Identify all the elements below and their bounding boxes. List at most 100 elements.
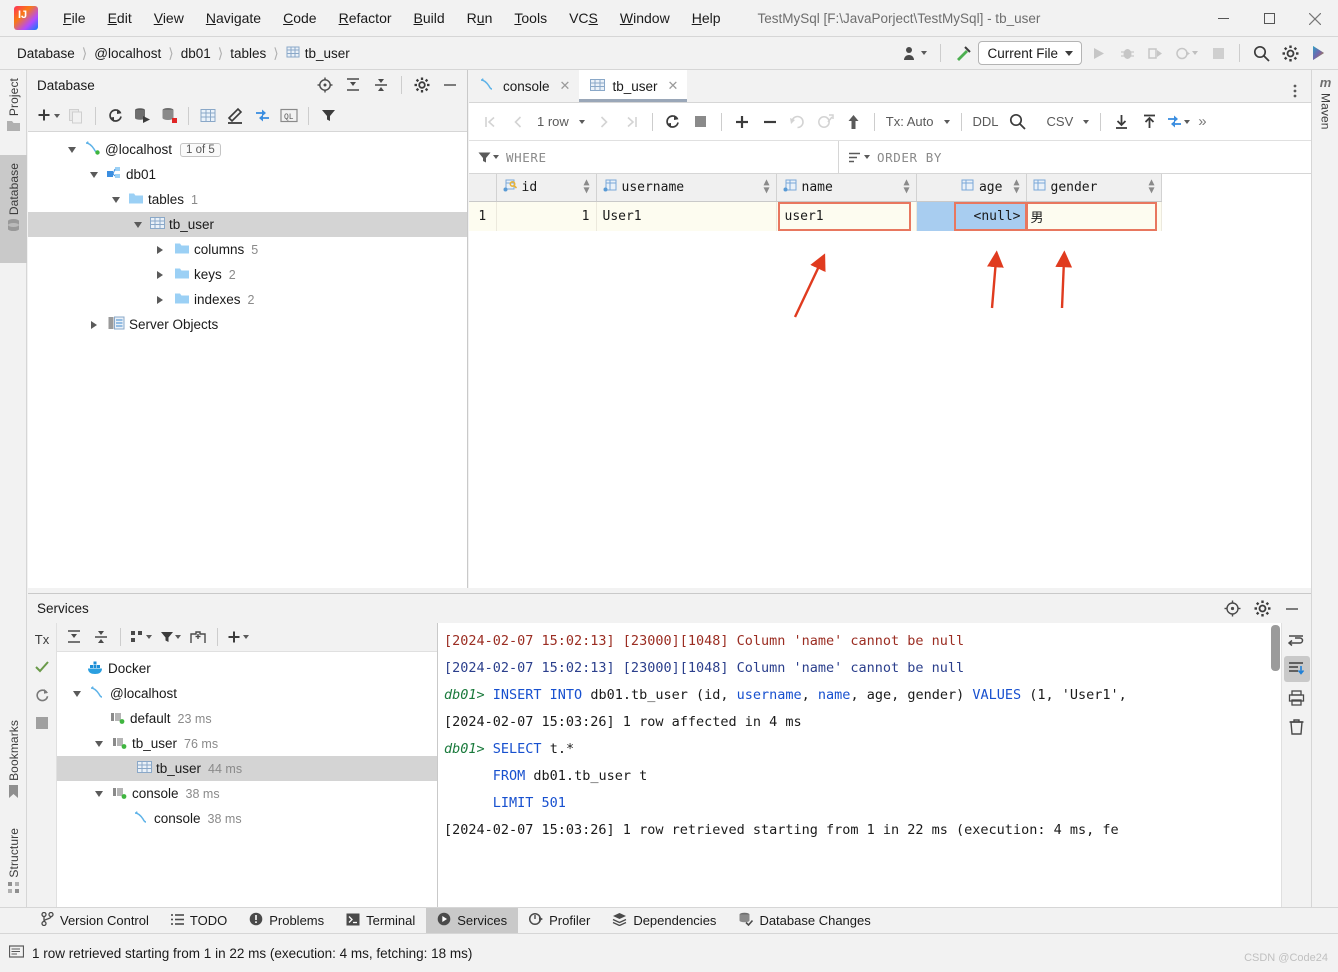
services-node-tb-user-session[interactable]: tb_user 76 ms: [57, 731, 437, 756]
column-header-gender[interactable]: gender ▲ ▼: [1026, 174, 1162, 202]
tree-node-columns[interactable]: columns 5: [28, 237, 467, 262]
print-icon[interactable]: [1284, 685, 1310, 711]
stop-icon[interactable]: [688, 110, 714, 134]
chevron-down-icon[interactable]: [64, 146, 80, 153]
tool-tab-services[interactable]: Services: [426, 907, 519, 934]
run-with-coverage-icon[interactable]: [1143, 41, 1169, 65]
hide-panel-icon[interactable]: [437, 73, 463, 97]
services-node-localhost[interactable]: @localhost: [57, 681, 437, 706]
reload-icon[interactable]: [660, 110, 686, 134]
breadcrumb-item-0[interactable]: Database: [14, 44, 78, 63]
locate-icon[interactable]: [1219, 597, 1245, 621]
revert-icon[interactable]: [785, 110, 811, 134]
prev-page-icon[interactable]: [505, 110, 531, 134]
grid-cell-name[interactable]: user1: [776, 201, 917, 231]
debug-icon[interactable]: [1114, 41, 1140, 65]
qlconsole-icon[interactable]: QL: [276, 104, 302, 128]
chevron-right-icon[interactable]: [86, 320, 102, 329]
search-icon[interactable]: [1248, 41, 1274, 65]
menu-refactor[interactable]: Refactor: [328, 6, 403, 30]
expand-all-icon[interactable]: [340, 73, 366, 97]
menu-build[interactable]: Build: [403, 6, 456, 30]
tree-node-keys[interactable]: keys 2: [28, 262, 467, 287]
tree-node-tb-user[interactable]: tb_user: [28, 212, 467, 237]
orderby-filter-field[interactable]: ORDER BY: [839, 141, 1311, 173]
scroll-to-end-icon[interactable]: [1283, 656, 1310, 682]
tree-node-tables[interactable]: tables 1: [28, 187, 467, 212]
chevron-down-icon[interactable]: [69, 690, 85, 697]
next-page-icon[interactable]: [591, 110, 617, 134]
add-icon[interactable]: [224, 625, 252, 649]
services-node-default[interactable]: default 23 ms: [57, 706, 437, 731]
editor-tab-options-icon[interactable]: [1287, 83, 1311, 102]
import-data-icon[interactable]: [1136, 110, 1162, 134]
services-node-docker[interactable]: Docker: [57, 656, 437, 681]
sort-indicator-icon[interactable]: ▲ ▼: [763, 178, 769, 196]
run-configuration-selector[interactable]: Current File: [978, 41, 1082, 65]
tx-icon[interactable]: Tx: [29, 626, 55, 652]
collapse-all-icon[interactable]: [88, 625, 114, 649]
stripe-button-project[interactable]: Project: [0, 70, 27, 155]
chevron-down-icon[interactable]: [940, 110, 954, 134]
duplicate-icon[interactable]: [63, 104, 89, 128]
tool-tab-terminal[interactable]: Terminal: [335, 908, 426, 934]
delete-row-icon[interactable]: [757, 110, 783, 134]
sync-icon[interactable]: [1164, 110, 1192, 134]
sort-indicator-icon[interactable]: ▲ ▼: [1148, 178, 1154, 196]
stripe-button-database[interactable]: Database: [0, 155, 27, 263]
close-button[interactable]: [1292, 0, 1338, 37]
locate-icon[interactable]: [312, 73, 338, 97]
tool-tab-problems[interactable]: Problems: [238, 908, 335, 934]
filter-icon[interactable]: [315, 104, 341, 128]
edit-icon[interactable]: [222, 104, 248, 128]
tool-tab-todo[interactable]: TODO: [160, 908, 238, 934]
column-header-name[interactable]: name ▲ ▼: [776, 174, 917, 202]
grid-cell-username[interactable]: User1: [596, 201, 777, 231]
run-icon[interactable]: [1085, 41, 1111, 65]
chevron-down-icon[interactable]: [130, 221, 146, 228]
menu-navigate[interactable]: Navigate: [195, 6, 272, 30]
stop-icon[interactable]: [1205, 41, 1231, 65]
minimize-button[interactable]: [1200, 0, 1246, 37]
rerun-icon[interactable]: [29, 682, 55, 708]
services-console-output[interactable]: [2024-02-07 15:02:13] [23000][1048] Colu…: [438, 623, 1281, 926]
group-icon[interactable]: [127, 625, 155, 649]
table-editor-icon[interactable]: [195, 104, 221, 128]
breadcrumb-item-3[interactable]: tables: [227, 44, 269, 63]
add-row-icon[interactable]: [729, 110, 755, 134]
tool-tab-version-control[interactable]: Version Control: [30, 908, 160, 934]
menu-run[interactable]: Run: [456, 6, 504, 30]
add-tab-icon[interactable]: [185, 625, 211, 649]
tool-tab-profiler[interactable]: Profiler: [518, 908, 601, 934]
breadcrumb-item-4[interactable]: tb_user: [283, 43, 353, 64]
stripe-button-bookmarks[interactable]: Bookmarks: [0, 712, 27, 820]
stop-icon[interactable]: [29, 710, 55, 736]
filter-icon[interactable]: [156, 625, 184, 649]
tree-node-db01[interactable]: db01: [28, 162, 467, 187]
filter-icon[interactable]: [478, 151, 499, 164]
run-sql-icon[interactable]: [129, 104, 155, 128]
sort-icon[interactable]: [848, 151, 870, 164]
chevron-down-icon[interactable]: [108, 196, 124, 203]
refresh-icon[interactable]: [102, 104, 128, 128]
check-icon[interactable]: [29, 654, 55, 680]
transaction-mode-label[interactable]: Tx: Auto: [882, 114, 938, 129]
chevron-right-icon[interactable]: [152, 245, 168, 254]
services-node-console[interactable]: console 38 ms: [57, 806, 437, 831]
tree-node-localhost[interactable]: @localhost 1 of 5: [28, 137, 467, 162]
sort-indicator-icon[interactable]: ▲ ▼: [1013, 178, 1019, 196]
grid-cell-gender[interactable]: 男: [1025, 201, 1162, 231]
sort-indicator-icon[interactable]: ▲ ▼: [903, 178, 909, 196]
menu-window[interactable]: Window: [609, 6, 681, 30]
chevron-down-icon[interactable]: [1079, 110, 1093, 134]
column-header-username[interactable]: username ▲ ▼: [596, 174, 777, 202]
breadcrumb-item-1[interactable]: @localhost: [91, 44, 164, 63]
gear-icon[interactable]: [1277, 41, 1303, 65]
column-header-age[interactable]: age ▲ ▼: [916, 174, 1027, 202]
search-icon[interactable]: [1005, 110, 1031, 134]
updates-icon[interactable]: [1306, 41, 1332, 65]
menu-file[interactable]: File: [52, 6, 97, 30]
tree-node-indexes[interactable]: indexes 2: [28, 287, 467, 312]
hide-panel-icon[interactable]: [1279, 597, 1305, 621]
collapse-all-icon[interactable]: [368, 73, 394, 97]
